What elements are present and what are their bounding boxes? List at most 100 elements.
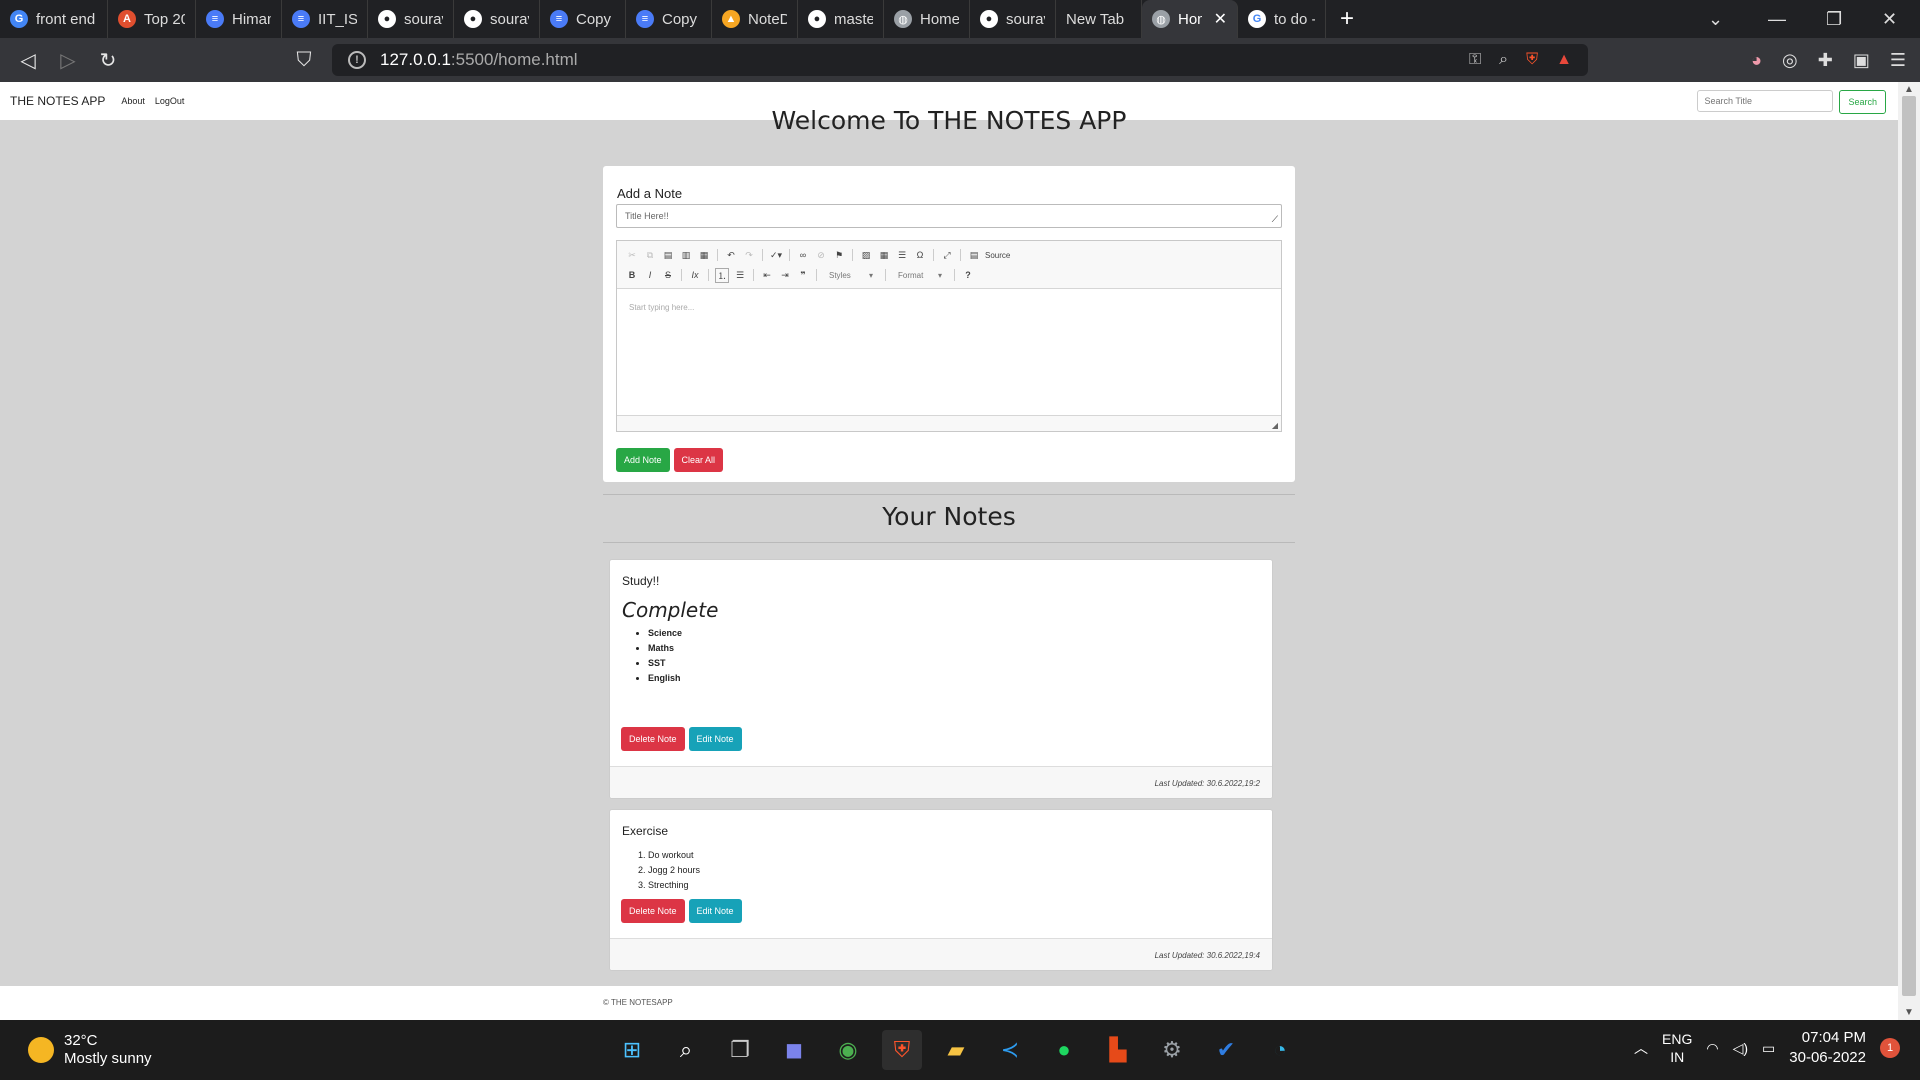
source-button[interactable]: Source [985, 251, 1010, 260]
browser-tab[interactable]: ● souravgu [454, 0, 540, 38]
nav-logout-link[interactable]: LogOut [155, 96, 185, 106]
browser-tab[interactable]: ▲ NoteDen [712, 0, 798, 38]
language-indicator[interactable]: ENG IN [1662, 1030, 1692, 1066]
wifi-icon[interactable]: ◠ [1706, 1040, 1718, 1057]
browser-tab[interactable]: Gfront end [0, 0, 108, 38]
forward-icon[interactable]: ▷ [48, 48, 88, 73]
url-field[interactable]: ! 127.0.0.1:5500/home.html ⚿ ⌕ ⛨ ▲ [332, 44, 1588, 76]
task-view-icon[interactable]: ❐ [720, 1030, 760, 1070]
add-note-button[interactable]: Add Note [616, 448, 670, 472]
italic-icon[interactable]: I [643, 270, 657, 280]
close-tab-icon[interactable]: ✕ [1214, 9, 1227, 29]
teams-chat-icon[interactable]: ◼ [774, 1030, 814, 1070]
close-window-icon[interactable]: ✕ [1882, 0, 1897, 38]
vpn-extension-icon[interactable]: ◎ [1782, 50, 1798, 71]
browser-tab[interactable]: ≡ Himansh [196, 0, 282, 38]
unlink-icon[interactable]: ⊘ [814, 250, 828, 261]
undo-icon[interactable]: ↶ [724, 250, 738, 261]
outdent-icon[interactable]: ⇤ [760, 270, 774, 281]
back-icon[interactable]: ◁ [8, 48, 48, 73]
notification-badge[interactable]: 1 [1880, 1038, 1900, 1058]
browser-tab[interactable]: New Tab [1056, 0, 1142, 38]
special-char-icon[interactable]: Ω [913, 250, 927, 260]
page-scrollbar[interactable]: ▲ ▼ [1898, 82, 1920, 1020]
editor-content-area[interactable]: Start typing here... [617, 289, 1281, 417]
clear-all-button[interactable]: Clear All [673, 448, 724, 472]
color-extension-icon[interactable]: ◕ [1751, 50, 1762, 71]
anchor-flag-icon[interactable]: ⚑ [832, 250, 846, 261]
scroll-down-icon[interactable]: ▼ [1898, 1007, 1920, 1018]
styles-dropdown[interactable]: Styles ▾ [823, 271, 879, 280]
bold-icon[interactable]: B [625, 270, 639, 280]
paste-icon[interactable]: ▤ [661, 250, 675, 261]
tab-todo[interactable]: G to do - G [1238, 0, 1326, 38]
windows-start-icon[interactable]: ⊞ [612, 1030, 652, 1070]
reload-icon[interactable]: ↻ [88, 48, 128, 73]
tab-active[interactable]: ◍ Hom ✕ [1142, 0, 1238, 38]
browser-tab[interactable]: ≡ IIT_ISM_S [282, 0, 368, 38]
scroll-up-icon[interactable]: ▲ [1898, 84, 1920, 95]
edge-icon[interactable]: ◔ [1260, 1030, 1300, 1070]
horizontal-line-icon[interactable]: ☰ [895, 250, 909, 261]
tab-search-icon[interactable]: ⌄ [1708, 0, 1723, 38]
search-icon[interactable]: ⌕ [666, 1030, 706, 1070]
site-info-icon[interactable]: ! [348, 51, 366, 69]
browser-tab[interactable]: ≡ Copy of I [540, 0, 626, 38]
editor-resize-icon[interactable]: ◢ [1272, 421, 1278, 430]
maximize-icon[interactable]: ⤢ [940, 250, 954, 261]
browser-tab[interactable]: ● souravgu [970, 0, 1056, 38]
browser-tab[interactable]: ● souravgu [368, 0, 454, 38]
minimize-icon[interactable]: — [1768, 0, 1786, 38]
wallet-icon[interactable]: ▣ [1853, 50, 1870, 71]
link-icon[interactable]: ∞ [796, 250, 810, 260]
clock[interactable]: 07:04 PM 30-06-2022 [1789, 1028, 1866, 1068]
image-icon[interactable]: ▨ [859, 250, 873, 261]
delete-note-button[interactable]: Delete Note [621, 899, 685, 923]
new-tab-button[interactable]: + [1326, 5, 1368, 33]
remove-format-icon[interactable]: Ix [688, 270, 702, 280]
table-icon[interactable]: ▦ [877, 250, 891, 261]
browser-tab[interactable]: ◍ Home [884, 0, 970, 38]
brave-rewards-icon[interactable]: ▲ [1556, 51, 1572, 69]
todo-check-icon[interactable]: ✔ [1206, 1030, 1246, 1070]
browser-tab[interactable]: A Top 20 Fr [108, 0, 196, 38]
tray-overflow-icon[interactable]: ︿ [1634, 1038, 1648, 1058]
weather-widget[interactable]: 32°C Mostly sunny [28, 1032, 152, 1068]
copy-icon[interactable]: ⧉ [643, 250, 657, 261]
settings-gear-icon[interactable]: ⚙ [1152, 1030, 1192, 1070]
paste-text-icon[interactable]: ▥ [679, 250, 693, 261]
menu-icon[interactable]: ☰ [1890, 50, 1906, 71]
help-icon[interactable]: ? [961, 270, 975, 280]
zoom-icon[interactable]: ⌕ [1499, 51, 1508, 69]
cut-icon[interactable]: ✂ [625, 250, 639, 261]
edit-note-button[interactable]: Edit Note [688, 727, 742, 751]
restore-icon[interactable]: ❐ [1826, 0, 1842, 38]
bulleted-list-icon[interactable]: ☰ [733, 270, 747, 281]
nav-about-link[interactable]: About [121, 96, 145, 106]
spotify-icon[interactable]: ● [1044, 1030, 1084, 1070]
delete-note-button[interactable]: Delete Note [621, 727, 685, 751]
chrome-icon[interactable]: ◉ [828, 1030, 868, 1070]
format-dropdown[interactable]: Format ▾ [892, 271, 948, 280]
vscode-icon[interactable]: ≺ [990, 1030, 1030, 1070]
strike-icon[interactable]: S [661, 270, 675, 280]
note-title-input[interactable]: Title Here!! ⟋ [616, 204, 1282, 228]
indent-icon[interactable]: ⇥ [778, 270, 792, 281]
spellcheck-icon[interactable]: ✓▾ [769, 250, 783, 261]
browser-tab[interactable]: ● masterm [798, 0, 884, 38]
extensions-puzzle-icon[interactable]: ✚ [1818, 50, 1833, 71]
paste-word-icon[interactable]: ▦ [697, 250, 711, 261]
brave-shield-icon[interactable]: ⛨ [1526, 51, 1538, 69]
blockquote-icon[interactable]: ❞ [796, 270, 810, 281]
bookmark-icon[interactable]: ⛉ [284, 49, 324, 72]
scrollbar-thumb[interactable] [1902, 96, 1916, 996]
edit-note-button[interactable]: Edit Note [688, 899, 742, 923]
resize-handle-icon[interactable]: ⟋ [1272, 214, 1278, 225]
key-icon[interactable]: ⚿ [1469, 51, 1481, 69]
volume-icon[interactable]: ◁) [1733, 1040, 1748, 1057]
brave-icon[interactable]: ⛨ [882, 1030, 922, 1070]
battery-icon[interactable]: ▭ [1762, 1040, 1775, 1057]
browser-tab[interactable]: ≡ Copy of I [626, 0, 712, 38]
redo-icon[interactable]: ↷ [742, 250, 756, 261]
file-explorer-icon[interactable]: ▰ [936, 1030, 976, 1070]
